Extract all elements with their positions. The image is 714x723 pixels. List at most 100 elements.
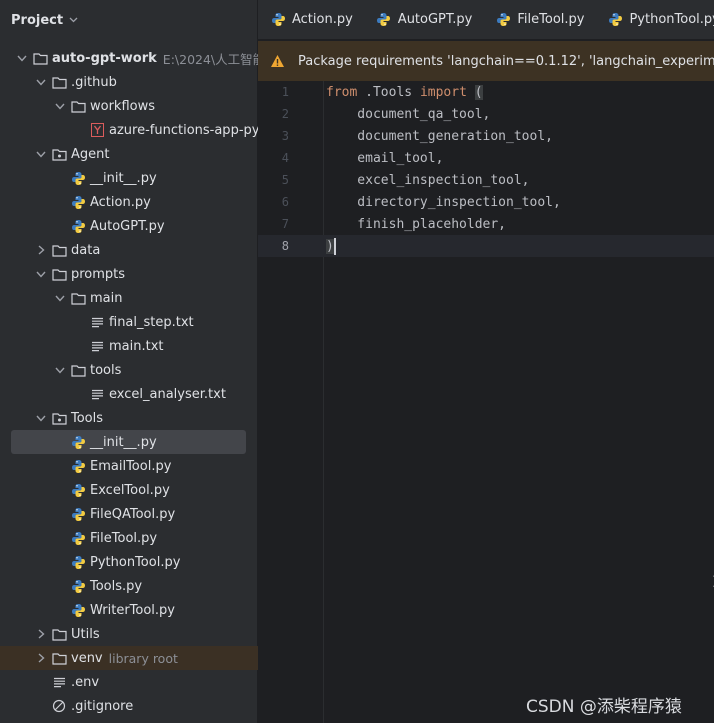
tree-item[interactable]: main — [0, 286, 258, 310]
python-file-icon — [70, 554, 86, 570]
text-file-icon — [89, 314, 105, 330]
chevron-down-icon[interactable] — [14, 50, 30, 66]
tree-item[interactable]: __init__.py — [0, 430, 258, 454]
code-text: document_qa_tool, — [326, 107, 490, 122]
project-panel-header[interactable]: Project — [0, 0, 257, 40]
tree-item-label: WriterTool.py — [90, 602, 175, 618]
chevron-down-icon[interactable] — [33, 266, 49, 282]
tree-item[interactable]: main.txt — [0, 334, 258, 358]
tree-item[interactable]: venv library root — [0, 646, 258, 670]
tree-item[interactable]: EmailTool.py — [0, 454, 258, 478]
code-line[interactable]: 7 finish_placeholder, — [258, 213, 714, 235]
tree-item[interactable]: WriterTool.py — [0, 598, 258, 622]
chevron-right-icon[interactable] — [33, 626, 49, 642]
tree-item-label: prompts — [71, 266, 126, 282]
code-line[interactable]: 4 email_tool, — [258, 147, 714, 169]
line-number: 6 — [281, 195, 289, 209]
tree-item-hint: library root — [108, 650, 178, 666]
tree-item-label: main.txt — [109, 338, 164, 354]
python-file-icon — [70, 482, 86, 498]
keyword-token: import — [419, 84, 467, 100]
code-line[interactable]: 1 from .Tools import ( — [258, 81, 714, 103]
code-text: ) — [326, 237, 336, 255]
chevron-down-icon[interactable] — [33, 74, 49, 90]
tree-item-label: __init__.py — [90, 170, 157, 186]
line-number: 2 — [281, 107, 289, 121]
chevron-down-icon[interactable] — [52, 290, 68, 306]
code-token: document_generation_tool, — [326, 128, 553, 144]
tree-item-label: .gitignore — [71, 698, 134, 714]
editor-tab[interactable]: Action.py — [258, 0, 364, 39]
tree-item[interactable]: FileTool.py — [0, 526, 258, 550]
code-token: .Tools — [357, 84, 420, 100]
line-number: 4 — [281, 151, 289, 165]
tree-item[interactable]: Tools.py — [0, 574, 258, 598]
code-text: from .Tools import ( — [326, 84, 483, 100]
project-panel-title[interactable]: Project — [11, 13, 63, 28]
tree-item[interactable]: ExcelTool.py — [0, 478, 258, 502]
tree-item[interactable]: data — [0, 238, 258, 262]
code-line[interactable]: 6 directory_inspection_tool, — [258, 191, 714, 213]
python-file-icon — [70, 530, 86, 546]
tree-item-label: Agent — [71, 146, 110, 162]
tree-item-label: tools — [90, 362, 122, 378]
tree-item[interactable]: auto-gpt-work E:\2024\人工智能学 — [0, 46, 258, 70]
tree-item[interactable]: azure-functions-app-python.yml — [0, 118, 258, 142]
tree-item[interactable]: .github — [0, 70, 258, 94]
editor-tab[interactable]: FileTool.py — [483, 0, 595, 39]
code-token: document_qa_tool, — [326, 106, 491, 122]
tree-item[interactable]: .env — [0, 670, 258, 694]
editor-tab[interactable]: PythonTool.py — [595, 0, 714, 39]
tree-item-label: Tools.py — [90, 578, 143, 594]
tree-item[interactable]: Tools — [0, 406, 258, 430]
editor-tab-label: Action.py — [292, 12, 353, 27]
tree-item-label: final_step.txt — [109, 314, 194, 330]
warning-icon — [270, 53, 285, 69]
tree-item[interactable]: AutoGPT.py — [0, 214, 258, 238]
code-text: document_generation_tool, — [326, 129, 553, 144]
tree-item-label: .github — [71, 74, 117, 90]
code-line[interactable]: 2 document_qa_tool, — [258, 103, 714, 125]
chevron-down-icon[interactable] — [52, 98, 68, 114]
line-number: 1 — [281, 85, 289, 99]
tree-item[interactable]: final_step.txt — [0, 310, 258, 334]
chevron-right-icon[interactable] — [33, 650, 49, 666]
chevron-down-icon[interactable] — [69, 15, 78, 26]
code-token: finish_placeholder, — [326, 216, 507, 232]
yaml-file-icon — [89, 122, 105, 138]
tree-item[interactable]: prompts — [0, 262, 258, 286]
warning-text: Package requirements 'langchain==0.1.12'… — [298, 53, 714, 69]
python-file-icon — [70, 194, 86, 210]
tree-item[interactable]: Action.py — [0, 190, 258, 214]
code-editor[interactable]: 1 from .Tools import ( 2 document_qa_tool,… — [258, 81, 714, 723]
code-line[interactable]: 3 document_generation_tool, — [258, 125, 714, 147]
package-folder-icon — [51, 410, 67, 426]
chevron-down-icon[interactable] — [52, 362, 68, 378]
python-file-icon — [270, 12, 286, 28]
tree-item-label: .env — [71, 674, 100, 690]
tree-item[interactable]: workflows — [0, 94, 258, 118]
tree-item[interactable]: Utils — [0, 622, 258, 646]
tree-item[interactable]: excel_analyser.txt — [0, 382, 258, 406]
folder-icon — [51, 242, 67, 258]
editor-tab[interactable]: AutoGPT.py — [364, 0, 484, 39]
tree-item[interactable]: tools — [0, 358, 258, 382]
tree-item[interactable]: __init__.py — [0, 166, 258, 190]
code-line[interactable]: 5 excel_inspection_tool, — [258, 169, 714, 191]
chevron-down-icon[interactable] — [33, 146, 49, 162]
tree-item[interactable]: Agent — [0, 142, 258, 166]
chevron-right-icon[interactable] — [33, 242, 49, 258]
folder-icon — [51, 626, 67, 642]
code-line[interactable]: 8) — [258, 235, 714, 257]
tree-item-label: venv — [71, 650, 103, 666]
watermark: CSDN @添柴程序猿 — [526, 697, 682, 717]
folder-icon — [51, 266, 67, 282]
editor-tab-label: AutoGPT.py — [397, 12, 473, 27]
tree-item[interactable]: .gitignore — [0, 694, 258, 718]
tree-item-label: PythonTool.py — [90, 554, 181, 570]
tree-item-label: data — [71, 242, 101, 258]
chevron-down-icon[interactable] — [33, 410, 49, 426]
folder-icon — [51, 650, 67, 666]
tree-item[interactable]: FileQATool.py — [0, 502, 258, 526]
tree-item[interactable]: PythonTool.py — [0, 550, 258, 574]
